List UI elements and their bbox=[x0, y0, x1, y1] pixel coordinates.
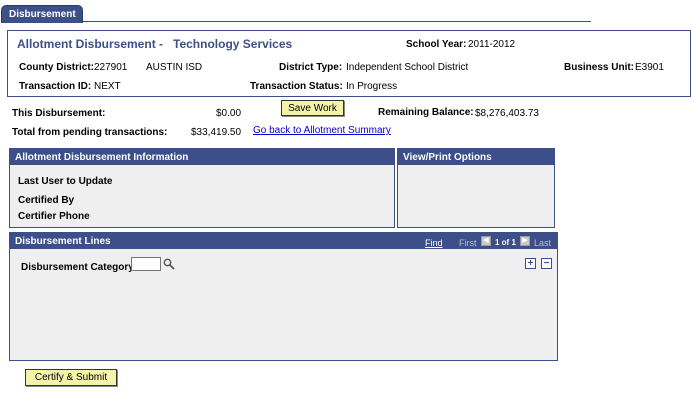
this-disbursement-label: This Disbursement: bbox=[12, 108, 106, 119]
remaining-balance-label: Remaining Balance: bbox=[378, 107, 474, 118]
prev-arrow-icon[interactable]: ◀ bbox=[481, 236, 491, 246]
tab-disbursement[interactable]: Disbursement bbox=[1, 5, 83, 23]
county-district-label: County District: bbox=[19, 62, 94, 73]
pager-count: 1 of 1 bbox=[495, 238, 516, 247]
save-work-button[interactable]: Save Work bbox=[281, 100, 344, 116]
view-print-body bbox=[398, 165, 554, 227]
certify-submit-button[interactable]: Certify & Submit bbox=[25, 369, 117, 386]
first-label: First bbox=[459, 238, 477, 248]
remaining-balance-value: $8,276,403.73 bbox=[475, 108, 539, 119]
delete-row-icon[interactable]: − bbox=[541, 258, 552, 269]
add-row-icon[interactable]: + bbox=[525, 258, 536, 269]
pending-transactions-value: $33,419.50 bbox=[191, 127, 242, 138]
next-arrow-icon[interactable]: ▶ bbox=[520, 236, 530, 246]
find-link[interactable]: Find bbox=[425, 238, 443, 248]
disbursement-category-label: Disbursement Category bbox=[21, 262, 134, 273]
school-year-value: 2011-2012 bbox=[468, 39, 516, 50]
school-year-label: School Year: bbox=[406, 39, 467, 50]
transaction-status-value: In Progress bbox=[346, 81, 398, 92]
last-user-label: Last User to Update bbox=[18, 176, 113, 187]
transaction-id-label: Transaction ID: bbox=[19, 81, 92, 92]
this-disbursement-value: $0.00 bbox=[216, 108, 242, 119]
view-print-section: View/Print Options bbox=[397, 148, 555, 228]
tab-label: Disbursement bbox=[9, 9, 76, 20]
info-section-header: Allotment Disbursement Information bbox=[10, 149, 394, 165]
search-icon[interactable] bbox=[163, 258, 175, 270]
transaction-status-label: Transaction Status: bbox=[250, 81, 343, 92]
district-type-label: District Type: bbox=[279, 62, 343, 73]
tab-underline bbox=[83, 21, 591, 22]
disbursement-lines-section: Disbursement Lines bbox=[9, 232, 558, 361]
certified-by-label: Certified By bbox=[18, 195, 75, 206]
district-type-value: Independent School District bbox=[346, 62, 469, 73]
page-title-main: Allotment Disbursement - bbox=[17, 37, 164, 51]
business-unit-label: Business Unit: bbox=[564, 62, 635, 73]
view-print-header: View/Print Options bbox=[398, 149, 554, 165]
page-title: Allotment Disbursement - Technology Servi… bbox=[17, 37, 292, 51]
page-subtitle: Technology Services bbox=[173, 37, 293, 51]
back-to-summary-link[interactable]: Go back to Allotment Summary bbox=[253, 125, 391, 136]
disbursement-category-input[interactable] bbox=[131, 257, 161, 271]
certifier-phone-label: Certifier Phone bbox=[18, 211, 90, 222]
business-unit-value: E3901 bbox=[635, 62, 664, 73]
county-district-value: 227901 bbox=[94, 62, 128, 73]
transaction-id-value: NEXT bbox=[94, 81, 121, 92]
last-label: Last bbox=[534, 238, 552, 248]
district-name: AUSTIN ISD bbox=[146, 62, 203, 73]
pending-transactions-label: Total from pending transactions: bbox=[12, 127, 168, 138]
